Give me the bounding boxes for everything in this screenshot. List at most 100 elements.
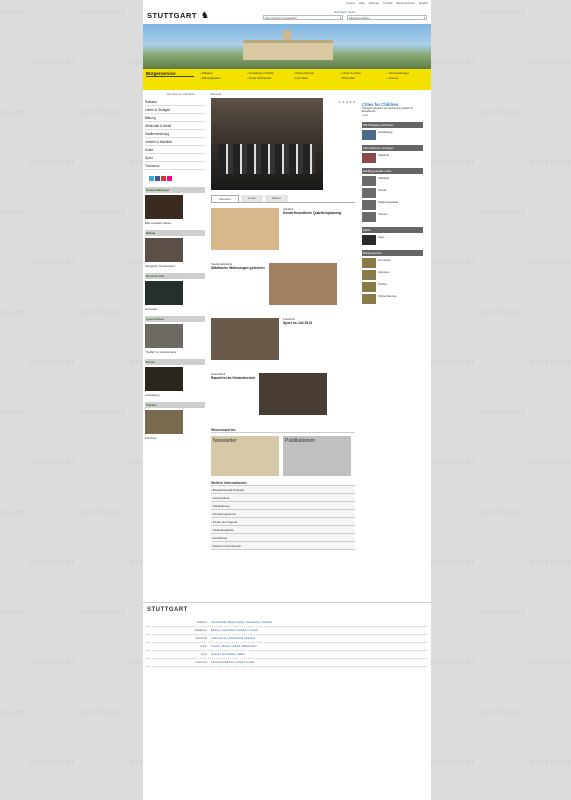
page-number[interactable]: 2	[342, 100, 344, 104]
page-number[interactable]: 1	[339, 100, 341, 104]
news-image[interactable]	[211, 318, 279, 360]
footer-row-links[interactable]: Bildung | Gesundheit | Soziales | Umwelt	[211, 629, 427, 632]
wissen-card[interactable]: Newsletter	[211, 436, 279, 476]
info-link[interactable]: › Weitere Informationen	[211, 542, 355, 550]
sidebar-box-text[interactable]: Bitte Auswahl wählen	[145, 221, 205, 225]
footer-row-links[interactable]: Unternehmen | Arbeitsmarkt | Standort	[211, 637, 427, 640]
pager[interactable]: 12345	[326, 100, 355, 104]
topnav-link[interactable]: Sitemap	[369, 1, 379, 5]
page-number[interactable]: 3	[346, 100, 348, 104]
sidebar-box-text[interactable]: "Vielfalt" im Literaturhaus	[145, 350, 205, 354]
sidebar-box-text[interactable]: Ausstellung	[145, 393, 205, 397]
topnav-link[interactable]: English	[419, 1, 428, 5]
offer-select[interactable]: Kein Angebot ausgewählt ▾	[263, 15, 343, 20]
right-box-item[interactable]: Apps	[362, 235, 423, 246]
topnav-link[interactable]: Barrierefreiheit	[396, 1, 414, 5]
search-label[interactable]: Erweiterte Suche	[334, 10, 355, 14]
service-link[interactable]: › Verwaltung & Politik	[247, 71, 288, 75]
topnav-link[interactable]: Presse	[346, 1, 355, 5]
info-link[interactable]: › Förderprogramme	[211, 510, 355, 518]
info-link[interactable]: › Stellenangebote	[211, 526, 355, 534]
left-nav-item[interactable]: Leben in Stuttgart	[145, 106, 205, 114]
news-headline[interactable]: Städtische Wohnungen gesichert	[211, 266, 265, 271]
right-box-item[interactable]: Stadtwiki	[362, 176, 423, 187]
tab-videos[interactable]: Videos	[264, 195, 288, 202]
left-nav-item[interactable]: Wirtschaft & Arbeit	[145, 122, 205, 130]
footer-logo[interactable]: STUTTGART	[147, 607, 427, 613]
sidebar-box-text[interactable]: Premiere	[145, 436, 205, 440]
city-select[interactable]: Stuttgart erleben ▾	[347, 15, 427, 20]
service-link[interactable]: › Rathaus	[200, 71, 241, 75]
page-number[interactable]: 4	[350, 100, 352, 104]
left-nav-item[interactable]: Sport	[145, 154, 205, 162]
facebook-icon[interactable]	[155, 176, 160, 181]
sidebar-box-image[interactable]	[145, 410, 183, 434]
wissen-card[interactable]: Publikationen	[283, 436, 351, 476]
info-link[interactable]: › Stadtplanung	[211, 502, 355, 510]
service-link[interactable]: › Formulare	[294, 76, 335, 80]
left-nav-item[interactable]: Tourismus	[145, 162, 205, 170]
right-box-item[interactable]: Adressen	[362, 270, 423, 281]
topnav-link[interactable]: Hilfe	[359, 1, 365, 5]
right-box-item[interactable]: Online-Dienste	[362, 294, 423, 305]
sidebar-box-text[interactable]: Stuttgarter Theaterleben	[145, 264, 205, 268]
right-box-item-label[interactable]: Formulare	[378, 258, 391, 268]
cities-teaser[interactable]: Cities for Children Stuttgart gewinnt de…	[362, 103, 423, 117]
right-box-item[interactable]: Telefon	[362, 282, 423, 293]
news-item[interactable]: Kulturamt Sport im Juli 2013	[211, 317, 355, 368]
sidebar-box-image[interactable]	[145, 324, 183, 348]
right-box-item-label[interactable]: Online-Dienste	[378, 294, 397, 304]
youtube-icon[interactable]	[161, 176, 166, 181]
left-nav-item[interactable]: Stadtentwicklung	[145, 130, 205, 138]
news-image[interactable]	[268, 263, 337, 305]
award-photo[interactable]	[211, 98, 323, 190]
left-nav-item[interactable]: Rathaus	[145, 98, 205, 106]
right-box-item-label[interactable]: Telefon	[378, 282, 387, 292]
logo[interactable]: STUTTGART	[147, 11, 197, 20]
right-box-item-label[interactable]: Gastbeitrag	[378, 130, 392, 140]
tab-aktuelles[interactable]: Aktuelles	[211, 195, 240, 202]
left-nav-item[interactable]: Kultur	[145, 146, 205, 154]
right-box-item-label[interactable]: Stadtwiki	[378, 176, 389, 186]
left-nav-item[interactable]: Bildung	[145, 114, 205, 122]
right-box-item-label[interactable]: Presse	[378, 188, 387, 198]
footer-row-links[interactable]: Theater | Museen | Musik | Bibliotheken	[211, 645, 427, 648]
topnav-link[interactable]: Kontakt	[383, 1, 393, 5]
service-link[interactable]: › Freizeit	[387, 76, 428, 80]
info-link[interactable]: › Bürgerhaushalt Stuttgart	[211, 486, 355, 494]
news-headline[interactable]: Rauchfrei im Kinderbereich	[211, 376, 255, 381]
footer-row-links[interactable]: Vereine | Sportstätten | Bäder	[211, 653, 427, 656]
footer-row-links[interactable]: Gemeinderat | Bürgermeister | Verwaltung…	[211, 621, 427, 624]
footer-row-links[interactable]: Sehenswürdigkeiten | Hotels | Anreise	[211, 661, 427, 664]
left-nav-item[interactable]: Verkehr & Mobilität	[145, 138, 205, 146]
twitter-icon[interactable]	[149, 176, 154, 181]
service-link[interactable]: › Leben & Arbeit	[340, 71, 381, 75]
right-box-item[interactable]: Vereine	[362, 212, 423, 223]
news-item[interactable]: Stadtentwicklung Städtische Wohnungen ges…	[211, 262, 355, 313]
info-link[interactable]: › Kinder und Jugend	[211, 518, 355, 526]
right-box-item[interactable]: Presse	[362, 188, 423, 199]
info-link[interactable]: › Gemeinderat	[211, 494, 355, 502]
right-box-item[interactable]: Stadtinfo	[362, 153, 423, 164]
service-link[interactable]: › Veranstaltungen	[387, 71, 428, 75]
right-box-item-label[interactable]: Stellenangebote	[378, 200, 398, 210]
service-link[interactable]: › Öffnungszeiten	[200, 76, 241, 80]
service-link[interactable]: › Ämter & Behörden	[247, 76, 288, 80]
news-item[interactable]: Gesundheit Rauchfrei im Kinderbereich	[211, 372, 355, 423]
sidebar-box-image[interactable]	[145, 367, 183, 391]
right-box-item-label[interactable]: Adressen	[378, 270, 390, 280]
info-link[interactable]: › Ausbildung	[211, 534, 355, 542]
news-headline[interactable]: Sport im Juli 2013	[283, 321, 312, 326]
right-box-item-label[interactable]: Vereine	[378, 212, 388, 222]
flickr-icon[interactable]	[167, 176, 172, 181]
news-image[interactable]	[211, 208, 279, 250]
sidebar-box-image[interactable]	[145, 195, 183, 219]
service-link[interactable]: › Online-Dienste	[294, 71, 335, 75]
right-box-item-label[interactable]: Apps	[378, 235, 384, 245]
sidebar-box-image[interactable]	[145, 281, 183, 305]
service-link[interactable]: › Wirtschaft	[340, 76, 381, 80]
right-box-item-label[interactable]: Stadtinfo	[378, 153, 389, 163]
tab-fotos[interactable]: Fotos	[241, 195, 263, 202]
news-headline[interactable]: Kinderfreundliche Quartiersplanung	[283, 211, 341, 216]
sidebar-box-text[interactable]: Orchester	[145, 307, 205, 311]
